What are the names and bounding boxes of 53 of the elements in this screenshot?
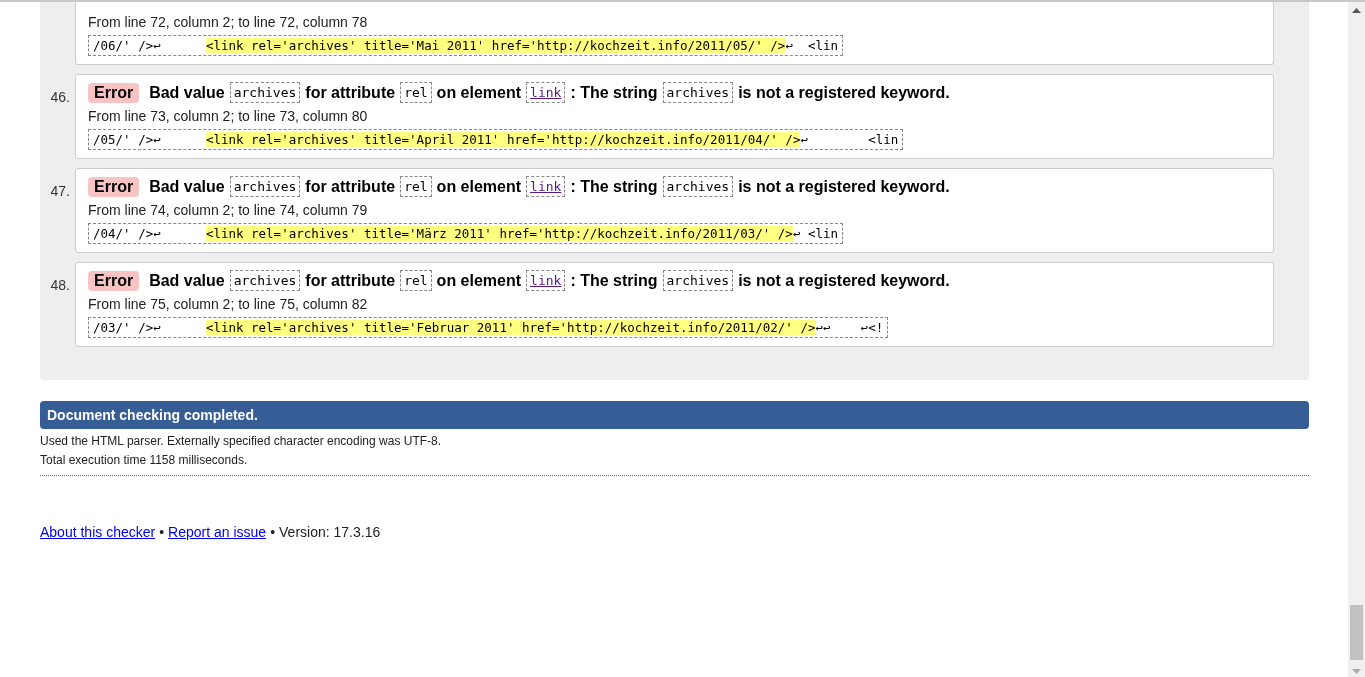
error-badge: Error <box>88 82 140 103</box>
details-text: Total execution time 1158 milliseconds. <box>40 453 249 467</box>
location-text: From line 73, column 2; to line 73, column 80 <box>88 108 369 124</box>
source-extract: /06/' />↩ <link rel='archives' title='Mai 2011' href='http://kochzeit.info/2011/05/' />↩ <lin <box>88 35 844 56</box>
code-snippet: rel <box>400 176 432 197</box>
message-text: for attribute <box>305 271 396 290</box>
scroll-thumb[interactable] <box>1350 605 1363 660</box>
message-text: for attribute <box>305 177 396 196</box>
element-link[interactable]: link <box>526 270 566 291</box>
message-text: Bad value <box>149 83 225 102</box>
code-snippet: archives <box>229 82 301 103</box>
message-number: 48. <box>49 277 71 293</box>
message-text: for attribute <box>305 83 396 102</box>
message-text: is not a registered keyword. <box>738 83 950 102</box>
message-text: is not a registered keyword. <box>738 177 950 196</box>
location-text: From line 75, column 2; to line 75, column 82 <box>88 296 369 312</box>
message-text: is not a registered keyword. <box>738 271 950 290</box>
code-snippet: rel <box>400 270 432 291</box>
message-text: : The string <box>570 177 658 196</box>
message-number: 46. <box>49 89 71 105</box>
error-badge: Error <box>88 176 140 197</box>
message-text: Bad value <box>149 177 225 196</box>
code-snippet: archives <box>662 270 734 291</box>
message-text: on element <box>436 83 522 102</box>
location-text: From line 74, column 2; to line 74, column 79 <box>88 202 369 218</box>
code-snippet: archives <box>662 82 734 103</box>
error-badge: Error <box>88 270 140 291</box>
source-extract: /04/' />↩ <link rel='archives' title='März 2011' href='http://kochzeit.info/2011/03/' />↩ <lin <box>88 223 844 244</box>
message-text: on element <box>436 271 522 290</box>
message-text: on element <box>436 177 522 196</box>
code-snippet: archives <box>662 176 734 197</box>
element-link[interactable]: link <box>526 176 566 197</box>
details-text: Used the HTML parser. Externally specified character encoding was UTF-8. <box>40 434 443 448</box>
down-arrow-icon[interactable] <box>1352 669 1361 674</box>
message-text: : The string <box>570 271 658 290</box>
message-number: 47. <box>49 183 71 199</box>
version-text: Version: 17.3.16 <box>279 524 381 540</box>
up-arrow-icon[interactable] <box>1352 8 1361 13</box>
location-text: From line 72, column 2; to line 72, column 78 <box>88 14 369 30</box>
source-extract: /03/' />↩ <link rel='archives' title='Februar 2011' href='http://kochzeit.info/2011/02/' />↩↩ ↩<! <box>88 317 889 338</box>
message-text: : The string <box>570 83 658 102</box>
element-link[interactable]: link <box>526 82 566 103</box>
report-link[interactable]: Report an issue <box>168 524 267 540</box>
code-snippet: rel <box>400 82 432 103</box>
completion-banner: Document checking completed. <box>40 401 1309 429</box>
source-extract: /05/' />↩ <link rel='archives' title='April 2011' href='http://kochzeit.info/2011/04/' />↩ <lin <box>88 129 904 150</box>
separator-text: • <box>159 524 165 540</box>
about-link[interactable]: About this checker <box>40 524 156 540</box>
separator-text: • <box>270 524 276 540</box>
scrollbar[interactable] <box>1348 2 1365 677</box>
message-text: Bad value <box>149 271 225 290</box>
code-snippet: archives <box>229 176 301 197</box>
code-snippet: archives <box>229 270 301 291</box>
